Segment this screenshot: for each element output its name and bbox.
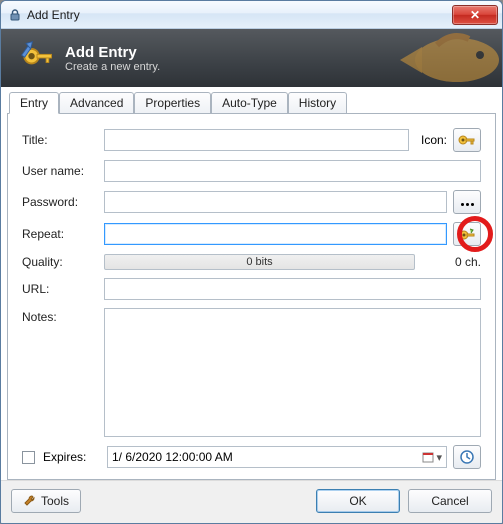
expires-value: 1/ 6/2020 12:00:00 AM xyxy=(112,450,233,464)
username-input[interactable] xyxy=(104,160,481,182)
toggle-password-button[interactable] xyxy=(453,190,481,214)
password-input[interactable] xyxy=(104,191,447,213)
cancel-label: Cancel xyxy=(431,494,468,508)
tab-history[interactable]: History xyxy=(288,92,347,114)
username-label: User name: xyxy=(22,164,98,178)
quality-value: 0 bits xyxy=(246,256,272,268)
repeat-input[interactable] xyxy=(104,223,447,245)
expires-datetime[interactable]: 1/ 6/2020 12:00:00 AM ▾ xyxy=(107,446,447,468)
tab-properties[interactable]: Properties xyxy=(134,92,211,114)
quality-label: Quality: xyxy=(22,255,98,269)
password-label: Password: xyxy=(22,195,98,209)
expiry-presets-button[interactable] xyxy=(453,445,481,469)
tab-entry[interactable]: Entry xyxy=(9,92,59,114)
ok-label: OK xyxy=(349,494,366,508)
annotation-circle xyxy=(457,216,493,252)
title-label: Title: xyxy=(22,133,98,147)
tools-icon xyxy=(23,494,37,508)
key-icon xyxy=(17,38,57,78)
banner-title: Add Entry xyxy=(65,44,160,61)
char-count: 0 ch. xyxy=(421,255,481,269)
key-icon xyxy=(458,133,476,147)
expires-label: Expires: xyxy=(43,450,101,464)
repeat-label: Repeat: xyxy=(22,227,98,241)
icon-label: Icon: xyxy=(421,133,447,147)
lock-icon xyxy=(7,7,23,23)
icon-picker-button[interactable] xyxy=(453,128,481,152)
banner: Add Entry Create a new entry. xyxy=(1,29,502,87)
hide-password-icon xyxy=(460,195,475,209)
ok-button[interactable]: OK xyxy=(316,489,400,513)
fish-watermark xyxy=(382,29,502,87)
clock-icon xyxy=(459,449,475,465)
tools-label: Tools xyxy=(41,494,69,508)
close-icon: ✕ xyxy=(470,9,480,21)
tab-autotype[interactable]: Auto-Type xyxy=(211,92,288,114)
titlebar: Add Entry ✕ xyxy=(1,1,502,29)
expires-checkbox[interactable] xyxy=(22,451,35,464)
close-button[interactable]: ✕ xyxy=(452,5,498,25)
tab-advanced[interactable]: Advanced xyxy=(59,92,134,114)
title-input[interactable] xyxy=(104,129,409,151)
window-title: Add Entry xyxy=(27,8,452,22)
url-label: URL: xyxy=(22,282,98,296)
notes-label: Notes: xyxy=(22,308,98,324)
banner-subtitle: Create a new entry. xyxy=(65,61,160,73)
tab-body-entry: Title: Icon: User name: Password: Repe xyxy=(7,113,496,480)
dialog-footer: Tools OK Cancel xyxy=(1,480,502,523)
tab-strip: Entry Advanced Properties Auto-Type Hist… xyxy=(7,91,496,113)
add-entry-window: Add Entry ✕ Add Entry Create a new entry… xyxy=(0,0,503,524)
quality-meter: 0 bits xyxy=(104,254,415,270)
cancel-button[interactable]: Cancel xyxy=(408,489,492,513)
notes-textarea[interactable] xyxy=(104,308,481,437)
url-input[interactable] xyxy=(104,278,481,300)
calendar-icon: ▾ xyxy=(422,451,442,464)
tools-button[interactable]: Tools xyxy=(11,489,81,513)
tab-area: Entry Advanced Properties Auto-Type Hist… xyxy=(1,87,502,480)
